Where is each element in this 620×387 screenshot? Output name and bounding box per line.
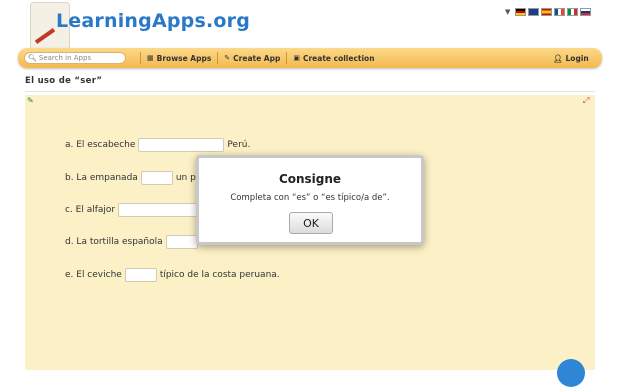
collection-icon: ▣: [293, 54, 300, 62]
language-selector[interactable]: ▼: [505, 7, 592, 16]
create-app-link[interactable]: ✎ Create App: [224, 54, 280, 63]
title-divider: [25, 91, 595, 92]
pencil-icon: ✎: [224, 54, 231, 62]
login-label: Login: [565, 53, 589, 63]
line-e-after: típico de la costa peruana.: [159, 270, 280, 280]
line-b-text: b. La empanada: [65, 173, 138, 183]
nav-divider: [217, 52, 219, 64]
exercise-line-e: e. El ceviche típico de la costa peruana…: [65, 268, 280, 282]
exercise-line-d: d. La tortilla española: [65, 235, 201, 249]
page-title: El uso de “ser”: [25, 76, 103, 86]
ok-button[interactable]: OK: [289, 212, 333, 234]
line-e-text: e. El ceviche: [65, 270, 122, 280]
it-flag-icon[interactable]: [567, 7, 579, 16]
nav-divider: [286, 52, 288, 64]
line-b-after: un p: [175, 173, 196, 183]
answer-field-b[interactable]: [140, 171, 173, 185]
login-link[interactable]: 👤︎ Login: [553, 48, 589, 68]
create-app-label: Create App: [233, 53, 281, 63]
search-icon: 🔍︎: [28, 54, 37, 62]
line-d-text: d. La tortilla española: [65, 237, 163, 247]
user-icon: 👤︎: [553, 53, 563, 63]
es-flag-icon[interactable]: [541, 7, 553, 16]
answer-field-d[interactable]: [165, 235, 198, 249]
exercise-line-a: a. El escabeche Perú.: [65, 138, 250, 152]
exercise-line-b: b. La empanada un p: [65, 171, 196, 185]
answer-field-c[interactable]: [118, 203, 201, 217]
exercise-line-c: c. El alfajor: [65, 203, 203, 217]
search-input[interactable]: 🔍︎ Search in Apps: [24, 52, 126, 64]
dialog-title: Consigne: [278, 172, 342, 186]
create-collection-link[interactable]: ▣ Create collection: [293, 54, 374, 63]
search-placeholder: Search in Apps: [38, 54, 92, 62]
dropdown-arrow-icon[interactable]: ▼: [505, 8, 510, 16]
dialog-text: Completa con “es” o “es típico/a de”.: [230, 193, 390, 203]
line-a-after: Perú.: [227, 140, 251, 150]
de-flag-icon[interactable]: [515, 7, 527, 16]
fullscreen-icon[interactable]: ⤢: [583, 96, 589, 106]
answer-field-a[interactable]: [138, 138, 225, 152]
grid-icon: ▦: [147, 54, 154, 62]
browse-apps-link[interactable]: ▦ Browse Apps: [147, 54, 211, 63]
fr-flag-icon[interactable]: [554, 7, 566, 16]
nav-divider: [140, 52, 141, 64]
create-collection-label: Create collection: [302, 53, 375, 63]
instructions-dialog: Consigne Completa con “es” o “es típico/…: [196, 155, 424, 245]
edit-icon[interactable]: ✎: [27, 96, 38, 106]
gb-flag-icon[interactable]: [528, 7, 540, 16]
line-c-text: c. El alfajor: [65, 205, 116, 215]
line-a-text: a. El escabeche: [65, 140, 136, 150]
ru-flag-icon[interactable]: [580, 7, 592, 16]
browse-apps-label: Browse Apps: [156, 53, 212, 63]
site-logo-text[interactable]: LearningApps.org: [56, 10, 250, 32]
answer-field-e[interactable]: [124, 268, 157, 282]
help-button[interactable]: [557, 359, 585, 387]
nav-menu: ▦ Browse Apps ✎ Create App ▣ Create coll…: [134, 48, 375, 68]
